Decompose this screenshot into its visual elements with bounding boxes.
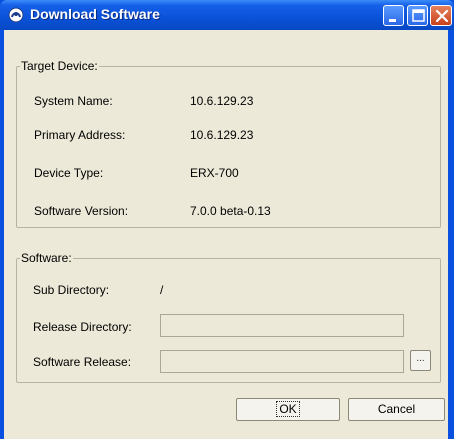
window-title: Download Software xyxy=(30,6,160,22)
software-release-label: Software Release: xyxy=(33,355,132,369)
software-version-value: 7.0.0 beta-0.13 xyxy=(190,204,271,218)
ok-button[interactable]: OK xyxy=(236,398,340,421)
download-software-dialog: Download Software Target Device: System … xyxy=(0,0,454,439)
minimize-button[interactable] xyxy=(383,5,404,26)
device-type-label: Device Type: xyxy=(34,166,104,180)
release-directory-label: Release Directory: xyxy=(33,320,132,334)
minimize-icon xyxy=(389,19,396,22)
system-name-value: 10.6.129.23 xyxy=(190,94,254,108)
sub-directory-label: Sub Directory: xyxy=(33,283,110,297)
software-release-field[interactable] xyxy=(160,350,404,373)
maximize-icon xyxy=(412,9,425,22)
app-logo-icon xyxy=(8,7,24,23)
primary-address-value: 10.6.129.23 xyxy=(190,128,254,142)
software-legend: Software: xyxy=(20,251,73,265)
ok-button-label: OK xyxy=(276,401,300,417)
software-version-label: Software Version: xyxy=(34,204,129,218)
system-name-label: System Name: xyxy=(34,94,113,108)
cancel-button[interactable]: Cancel xyxy=(348,398,445,421)
maximize-button[interactable] xyxy=(407,5,428,26)
primary-address-label: Primary Address: xyxy=(34,128,126,142)
close-icon xyxy=(435,9,449,23)
title-bar[interactable]: Download Software xyxy=(0,0,454,30)
close-button[interactable] xyxy=(430,5,452,26)
browse-button[interactable]: ... xyxy=(410,350,431,371)
target-device-legend: Target Device: xyxy=(20,59,99,73)
release-directory-field[interactable] xyxy=(160,314,404,337)
sub-directory-value: / xyxy=(160,283,164,297)
device-type-value: ERX-700 xyxy=(190,166,239,180)
